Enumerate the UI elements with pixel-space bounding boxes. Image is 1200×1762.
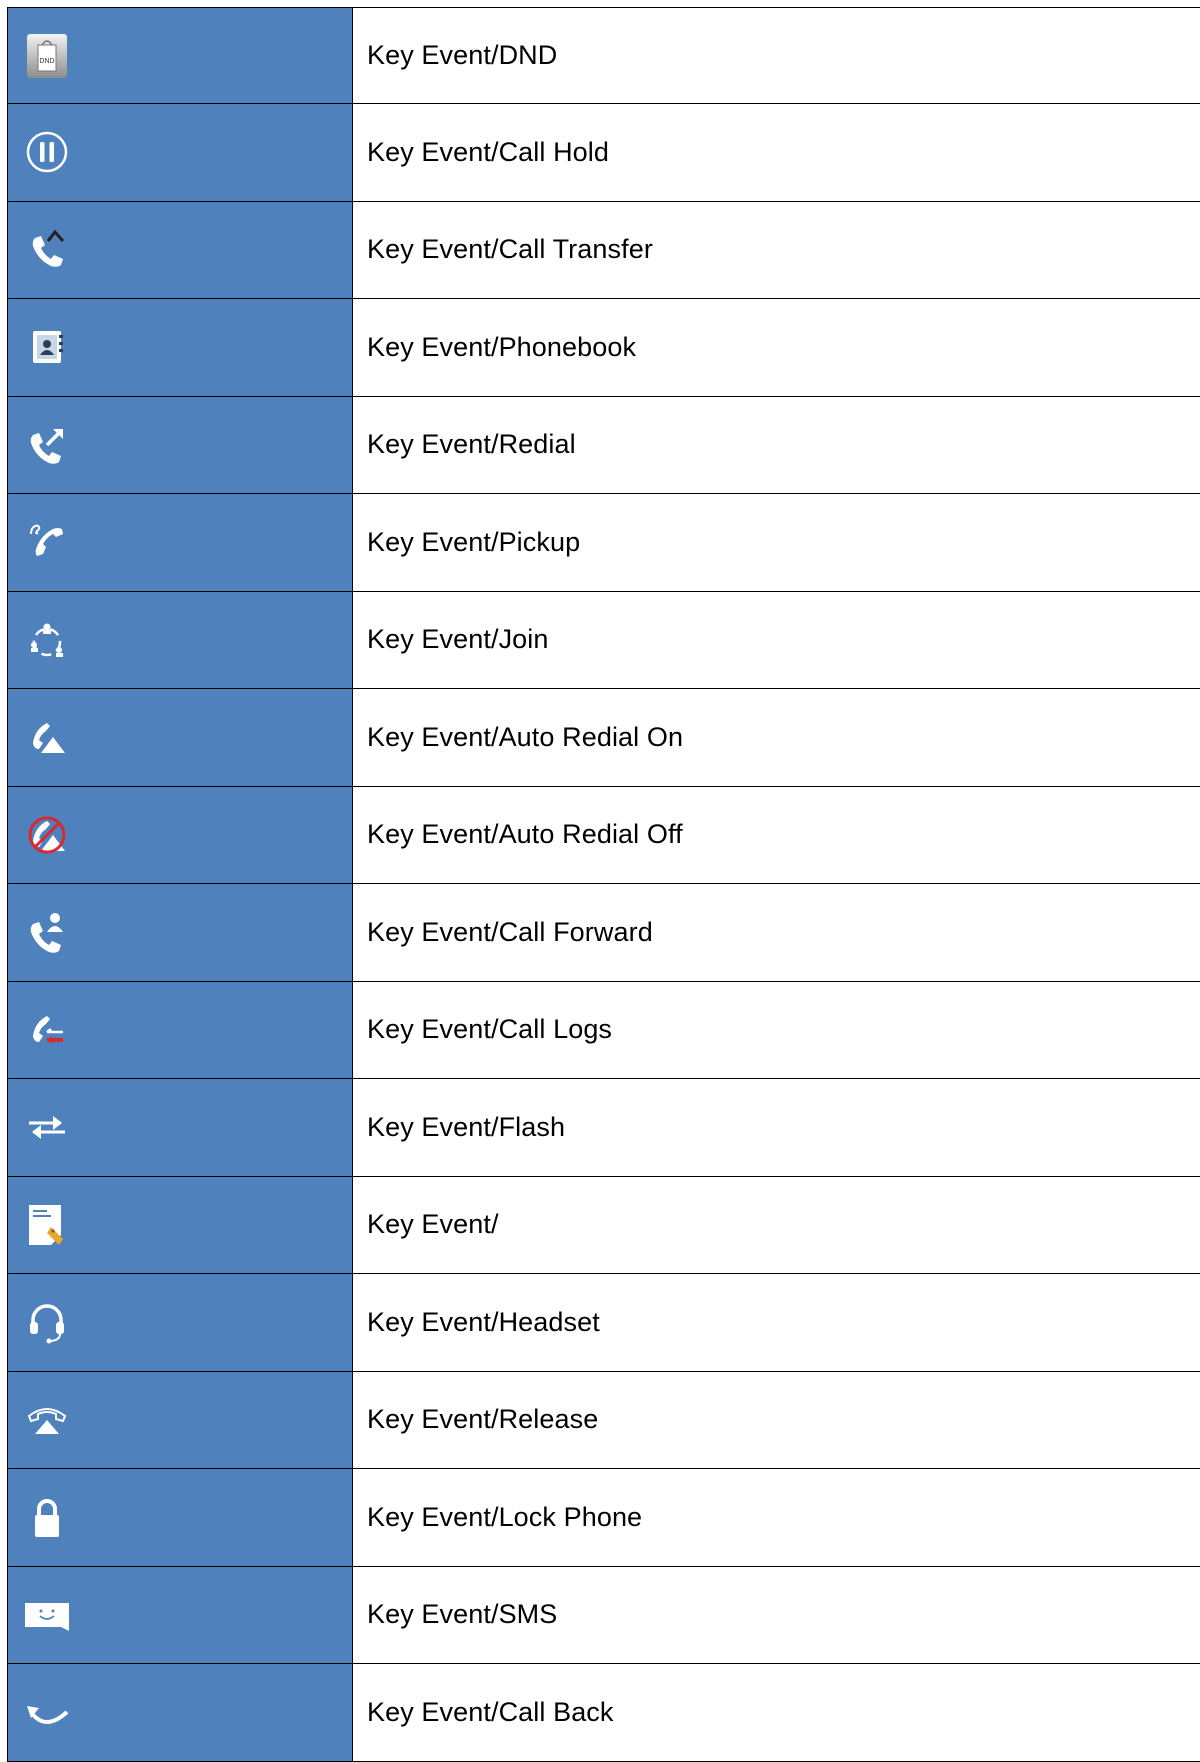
row-label: Key Event/Redial — [353, 396, 1200, 494]
table-row: Key Event/Join — [8, 591, 1200, 689]
icon-cell — [8, 884, 353, 982]
icon-cell — [8, 104, 353, 202]
icon-cell: DND — [8, 8, 353, 104]
icon-cell — [8, 1371, 353, 1469]
call-back-icon — [22, 1687, 72, 1737]
row-label: Key Event/Call Back — [353, 1664, 1200, 1762]
auto-redial-on-icon — [22, 712, 72, 762]
icon-cell — [8, 494, 353, 592]
table-row: Key Event/Lock Phone — [8, 1469, 1200, 1567]
table-row: Key Event/Call Logs — [8, 981, 1200, 1079]
sms-icon — [22, 1590, 72, 1640]
row-label: Key Event/DND — [353, 8, 1200, 104]
row-label: Key Event/Join — [353, 591, 1200, 689]
row-label: Key Event/Phonebook — [353, 299, 1200, 397]
row-label: Key Event/Pickup — [353, 494, 1200, 592]
table-row: DND Key Event/DND — [8, 8, 1200, 104]
icon-cell — [8, 1664, 353, 1762]
icon-cell — [8, 689, 353, 787]
phone-redial-icon — [22, 420, 72, 470]
row-label: Key Event/Call Transfer — [353, 201, 1200, 299]
table-row: Key Event/Flash — [8, 1079, 1200, 1177]
icon-cell — [8, 786, 353, 884]
pause-circle-icon — [22, 127, 72, 177]
row-label: Key Event/Flash — [353, 1079, 1200, 1177]
headset-icon — [22, 1297, 72, 1347]
row-label: Key Event/Call Forward — [353, 884, 1200, 982]
table-row: Key Event/Release — [8, 1371, 1200, 1469]
icon-cell — [8, 201, 353, 299]
icon-cell — [8, 591, 353, 689]
key-event-icon-table: DND Key Event/DND Key Event/Call Hold — [7, 7, 1200, 1762]
table-row: Key Event/Pickup — [8, 494, 1200, 592]
svg-text:DND: DND — [39, 58, 54, 65]
call-logs-icon — [22, 1005, 72, 1055]
icon-cell — [8, 1176, 353, 1274]
phone-pickup-icon — [22, 517, 72, 567]
table-row: Key Event/Call Back — [8, 1664, 1200, 1762]
memo-tag-icon — [22, 1200, 72, 1250]
table-row: Key Event/Headset — [8, 1274, 1200, 1372]
row-label: Key Event/Lock Phone — [353, 1469, 1200, 1567]
call-forward-icon — [22, 907, 72, 957]
table-row: Key Event/ — [8, 1176, 1200, 1274]
table-row: Key Event/Redial — [8, 396, 1200, 494]
table-row: Key Event/SMS — [8, 1566, 1200, 1664]
table-row: Key Event/Call Hold — [8, 104, 1200, 202]
phone-transfer-icon — [22, 225, 72, 275]
icon-cell — [8, 1469, 353, 1567]
icon-cell — [8, 981, 353, 1079]
phonebook-icon — [22, 322, 72, 372]
row-label: Key Event/Call Logs — [353, 981, 1200, 1079]
row-label: Key Event/Call Hold — [353, 104, 1200, 202]
row-label: Key Event/ — [353, 1176, 1200, 1274]
flash-arrows-icon — [22, 1102, 72, 1152]
row-label: Key Event/Auto Redial On — [353, 689, 1200, 787]
join-conference-icon — [22, 615, 72, 665]
row-label: Key Event/SMS — [353, 1566, 1200, 1664]
icon-cell — [8, 1274, 353, 1372]
dnd-tag-icon: DND — [22, 31, 72, 81]
auto-redial-off-icon — [22, 810, 72, 860]
row-label: Key Event/Headset — [353, 1274, 1200, 1372]
row-label: Key Event/Auto Redial Off — [353, 786, 1200, 884]
table-row: Key Event/Auto Redial On — [8, 689, 1200, 787]
lock-icon — [22, 1492, 72, 1542]
icon-cell — [8, 1079, 353, 1177]
table-row: Key Event/Phonebook — [8, 299, 1200, 397]
table-row: Key Event/Auto Redial Off — [8, 786, 1200, 884]
release-icon — [22, 1395, 72, 1445]
row-label: Key Event/Release — [353, 1371, 1200, 1469]
icon-cell — [8, 299, 353, 397]
icon-cell — [8, 1566, 353, 1664]
table-row: Key Event/Call Forward — [8, 884, 1200, 982]
table-row: Key Event/Call Transfer — [8, 201, 1200, 299]
icon-cell — [8, 396, 353, 494]
